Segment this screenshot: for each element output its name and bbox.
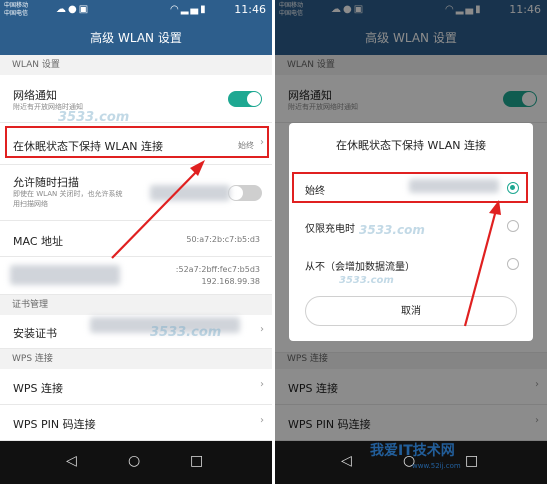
brand-watermark: 我爱IT技术网: [370, 443, 455, 459]
navigation-bar: ◁ ○ □: [0, 441, 272, 484]
annotation-arrow: [463, 200, 501, 327]
recents-icon[interactable]: □: [465, 453, 478, 469]
right-phone-screen: 中国移动 中国电信 ☁●▣ ◠▂▄▮ 11:46 高级 WLAN 设置 WLAN…: [275, 0, 547, 484]
recents-icon[interactable]: □: [190, 453, 203, 469]
home-icon[interactable]: ○: [128, 453, 140, 469]
brand-watermark-url: www.52ij.com: [412, 462, 461, 470]
back-icon[interactable]: ◁: [66, 453, 77, 469]
back-icon[interactable]: ◁: [341, 453, 352, 469]
annotation-arrow: [111, 160, 205, 259]
left-phone-screen: 中国移动 中国电信 ☁●▣ ◠▂▄▮ 11:46 高级 WLAN 设置 WLAN…: [0, 0, 272, 484]
